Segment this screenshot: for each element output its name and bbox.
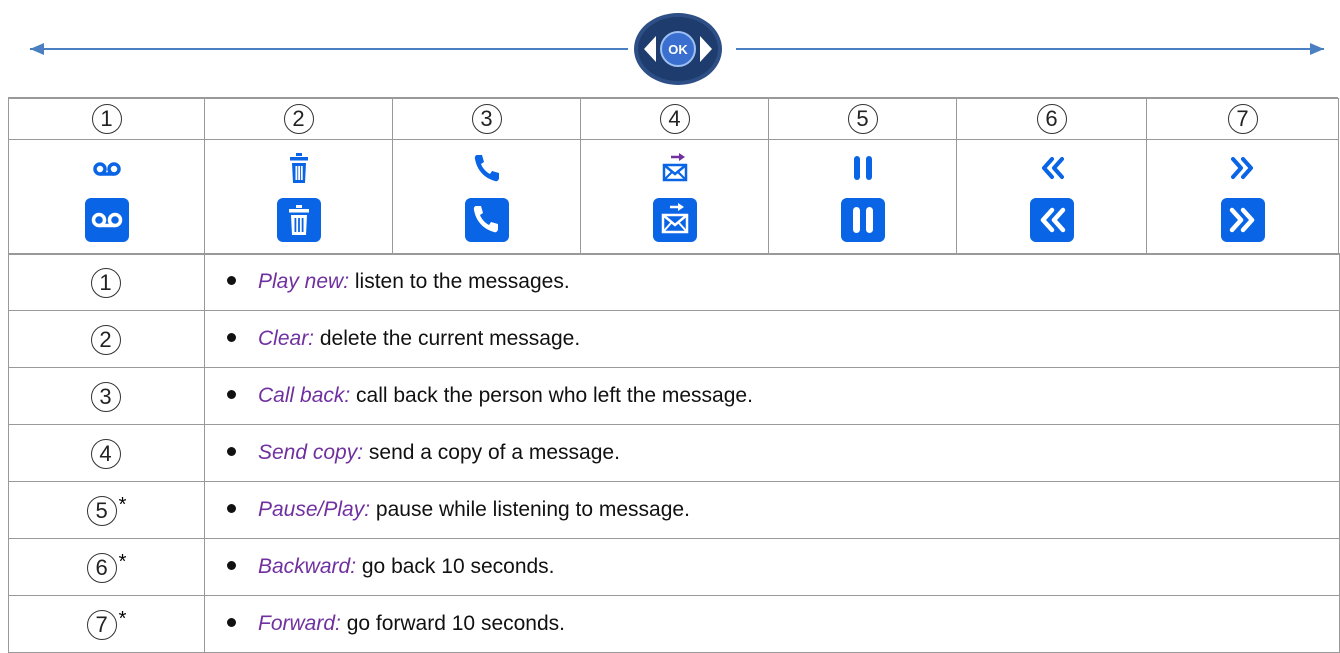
function-term: Call back: xyxy=(258,384,351,407)
table-row: 3 Call back: call back the person who le… xyxy=(8,367,1340,425)
table-row: 7 * Forward: go forward 10 seconds. xyxy=(8,595,1340,653)
function-description: call back the person who left the messag… xyxy=(350,384,753,407)
number-badge: 1 xyxy=(90,267,121,298)
phone-icon xyxy=(474,155,499,182)
forward-icon xyxy=(1230,157,1253,179)
function-term: Forward: xyxy=(258,612,341,635)
trash-key-icon[interactable] xyxy=(276,198,321,242)
number-badge: 6 xyxy=(1036,104,1067,134)
bullet-icon xyxy=(227,275,236,285)
icon-row xyxy=(8,139,1339,255)
number-badge: 5 xyxy=(847,104,878,134)
softkey-grid: 1 2 3 4 5 6 7 xyxy=(8,98,1339,255)
number-badge: 4 xyxy=(659,104,690,134)
function-description: go back 10 seconds. xyxy=(356,555,555,578)
rewind-icon xyxy=(1041,157,1064,179)
function-term: Pause/Play: xyxy=(258,498,371,521)
number-badge: 1 xyxy=(91,104,122,134)
number-row: 1 2 3 4 5 6 7 xyxy=(8,98,1339,140)
number-badge: 3 xyxy=(471,104,502,134)
bullet-icon xyxy=(227,617,236,627)
number-badge: 5 xyxy=(86,495,117,526)
phone-key-icon[interactable] xyxy=(464,198,509,242)
forward-key-icon[interactable] xyxy=(1220,198,1265,242)
function-term: Play new: xyxy=(258,270,350,293)
send-mail-icon xyxy=(662,153,687,182)
table-row: 1 Play new: listen to the messages. xyxy=(8,253,1340,311)
number-badge: 2 xyxy=(90,324,121,355)
description-table: 1 Play new: listen to the messages. 2 Cl… xyxy=(8,253,1340,653)
table-row: 2 Clear: delete the current message. xyxy=(8,310,1340,368)
ok-label: OK xyxy=(668,42,688,57)
bullet-icon xyxy=(227,446,236,456)
bullet-icon xyxy=(227,332,236,342)
navigation-header: OK xyxy=(8,0,1338,98)
number-badge: 4 xyxy=(90,438,121,469)
function-term: Backward: xyxy=(258,555,357,578)
footnote-star: * xyxy=(118,551,127,574)
function-description: listen to the messages. xyxy=(349,270,570,293)
function-description: send a copy of a message. xyxy=(363,441,620,464)
bullet-icon xyxy=(227,503,236,513)
voicemail-icon xyxy=(92,162,121,176)
number-badge: 7 xyxy=(1227,104,1258,134)
pause-key-icon[interactable] xyxy=(840,198,885,242)
function-description: pause while listening to message. xyxy=(370,498,690,521)
function-term: Send copy: xyxy=(258,441,364,464)
bullet-icon xyxy=(227,560,236,570)
footnote-star: * xyxy=(118,494,127,517)
function-term: Clear: xyxy=(258,327,315,350)
navigation-arrows: OK xyxy=(30,13,1324,85)
voicemail-key-icon[interactable] xyxy=(84,198,129,242)
footnote-star: * xyxy=(118,608,127,631)
left-arrow-icon xyxy=(30,43,44,55)
bullet-icon xyxy=(227,389,236,399)
number-badge: 7 xyxy=(86,609,117,640)
table-row: 4 Send copy: send a copy of a message. xyxy=(8,424,1340,482)
table-row: 5 * Pause/Play: pause while listening to … xyxy=(8,481,1340,539)
number-badge: 6 xyxy=(86,552,117,583)
rewind-key-icon[interactable] xyxy=(1029,198,1074,242)
number-badge: 2 xyxy=(283,104,314,134)
number-badge: 3 xyxy=(90,381,121,412)
function-description: go forward 10 seconds. xyxy=(340,612,565,635)
trash-icon xyxy=(289,153,308,183)
ok-navigation-button[interactable]: OK xyxy=(634,13,722,85)
right-arrow-icon xyxy=(1310,43,1324,55)
pause-icon xyxy=(853,156,872,180)
send-mail-key-icon[interactable] xyxy=(652,198,697,242)
table-row: 6 * Backward: go back 10 seconds. xyxy=(8,538,1340,596)
function-description: delete the current message. xyxy=(314,327,581,350)
